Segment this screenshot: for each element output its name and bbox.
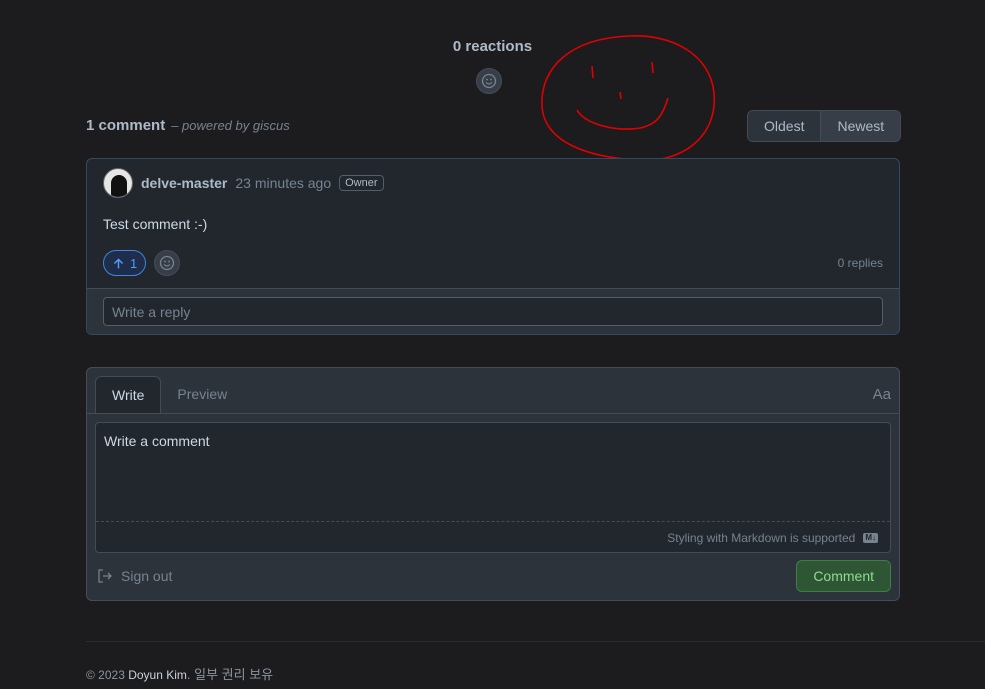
sign-out-icon <box>98 569 112 583</box>
powered-by-giscus[interactable]: – powered by giscus <box>171 118 290 133</box>
sort-newest-button[interactable]: Newest <box>820 111 901 141</box>
sort-toggle: Oldest Newest <box>747 110 902 142</box>
replies-count: 0 replies <box>837 256 883 270</box>
comment-count: 1 comment <box>86 117 166 134</box>
comment-card: delve-master 23 minutes ago Owner Test c… <box>86 158 900 335</box>
smiley-icon <box>160 255 175 271</box>
tab-preview[interactable]: Preview <box>161 376 243 413</box>
comment-timestamp[interactable]: 23 minutes ago <box>235 175 331 191</box>
footer-divider <box>86 641 985 642</box>
upvote-button[interactable]: 1 <box>103 250 147 276</box>
reactions-header: 0 reactions <box>452 38 533 55</box>
sign-out-button[interactable]: Sign out <box>97 568 172 584</box>
comment-submit-button[interactable]: Comment <box>796 560 891 592</box>
footer-copyright: © 2023 <box>86 668 125 682</box>
footer-author[interactable]: Doyun Kim <box>128 668 187 682</box>
markdown-hint: Styling with Markdown is supported M↓ <box>667 531 878 545</box>
markdown-hint-text: Styling with Markdown is supported <box>667 531 856 545</box>
reply-input[interactable] <box>103 297 883 326</box>
comment-author[interactable]: delve-master <box>141 175 227 191</box>
comment-count-row: 1 comment – powered by giscus <box>86 117 290 134</box>
comment-textarea[interactable] <box>96 423 890 522</box>
owner-badge: Owner <box>339 175 384 191</box>
comment-editor: Write Preview Aa Styling with Markdown i… <box>86 367 900 601</box>
sign-out-label: Sign out <box>121 568 173 584</box>
tab-write[interactable]: Write <box>95 376 162 413</box>
add-reaction-button[interactable] <box>476 68 502 94</box>
footer-rights: . 일부 권리 보유 <box>186 667 274 682</box>
font-toggle-button[interactable]: Aa <box>873 386 891 403</box>
add-reaction-button[interactable] <box>154 250 181 276</box>
arrow-up-icon <box>113 257 124 268</box>
smiley-icon <box>481 73 497 89</box>
upvote-count: 1 <box>130 255 138 271</box>
avatar[interactable] <box>103 168 133 198</box>
sort-oldest-button[interactable]: Oldest <box>748 111 821 141</box>
footer: © 2023 Doyun Kim. 일부 권리 보유 <box>86 664 273 683</box>
comment-body: Test comment :-) <box>103 216 208 232</box>
markdown-icon[interactable]: M↓ <box>863 533 878 543</box>
